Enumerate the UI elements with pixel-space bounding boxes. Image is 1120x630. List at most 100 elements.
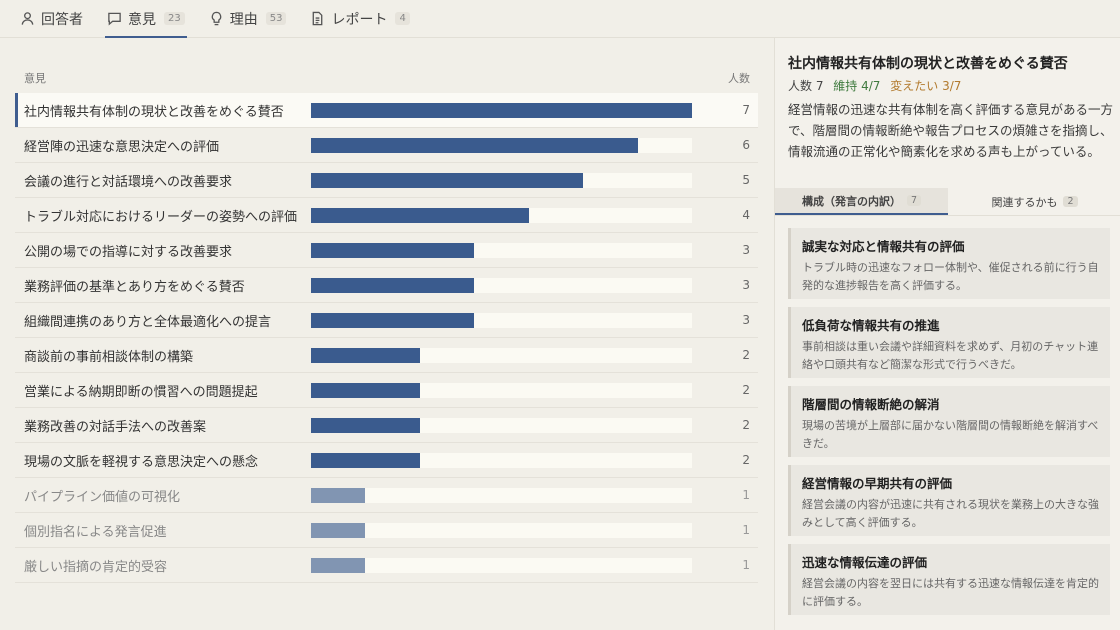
tab-reports[interactable]: レポート 4 <box>308 0 411 37</box>
opinion-label: 公開の場での指導に対する改善要求 <box>24 244 233 260</box>
statement-body: 経営会議の内容が迅速に共有される現状を業務上の大きな強みとして高く評価する。 <box>802 498 1099 529</box>
opinion-rows: 社内情報共有体制の現状と改善をめぐる賛否 7 経営陣の迅速な意思決定への評価 6 会議の… <box>15 93 758 583</box>
tab-reasons[interactable]: 理由 53 <box>207 0 289 37</box>
opinion-row[interactable]: 厳しい指摘の肯定的受容 1 <box>15 548 758 583</box>
tab-count-badge: 53 <box>265 12 287 25</box>
tab-count-badge: 4 <box>395 12 410 25</box>
opinion-row[interactable]: 営業による納期即断の慣習への問題提起 2 <box>15 373 758 408</box>
opinion-label: 業務評価の基準とあり方をめぐる賛否 <box>24 279 245 295</box>
tab-label: 理由 <box>229 11 258 28</box>
document-icon <box>313 11 323 26</box>
count-bar <box>311 452 420 468</box>
opinion-row[interactable]: 業務改善の対話手法への改善案 2 <box>15 408 758 443</box>
opinion-row[interactable]: 現場の文脈を軽視する意思決定への懸念 2 <box>15 443 758 478</box>
opinion-label: 業務改善の対話手法への改善案 <box>24 419 207 435</box>
opinion-count: 5 <box>742 173 750 187</box>
sub-tab-count: 7 <box>906 195 922 206</box>
opinion-label: 厳しい指摘の肯定的受容 <box>24 559 168 575</box>
detail-sub-tabs: 構成（発言の内訳） 7 関連するかも 2 <box>775 188 1120 216</box>
count-bar <box>311 102 692 118</box>
count-bar-track <box>311 487 692 503</box>
opinion-row[interactable]: パイプライン価値の可視化 1 <box>15 478 758 513</box>
statement-title: 低負荷な情報共有の推進 <box>802 318 940 333</box>
opinion-count: 1 <box>742 523 750 537</box>
count-bar <box>311 207 529 223</box>
sub-tab-count: 2 <box>1063 196 1078 207</box>
opinion-row[interactable]: 社内情報共有体制の現状と改善をめぐる賛否 7 <box>15 93 758 128</box>
count-bar-track <box>311 417 692 433</box>
top-tab-bar: 回答者 意見 23 理由 53 レポート 4 <box>0 0 1120 38</box>
stat-change: 変えたい 3/7 <box>890 79 962 93</box>
opinion-count: 2 <box>742 418 750 432</box>
tab-count-badge: 23 <box>164 12 185 25</box>
count-bar <box>311 382 420 398</box>
count-bar-track <box>311 452 692 468</box>
statement-title: 経営情報の早期共有の評価 <box>802 476 953 491</box>
tab-label: レポート <box>331 11 388 28</box>
count-bar-track <box>311 382 692 398</box>
statement-body: 経営会議の内容を翌日には共有する迅速な情報伝達を肯定的に評価する。 <box>802 577 1099 608</box>
opinion-row[interactable]: 経営陣の迅速な意思決定への評価 6 <box>15 128 758 163</box>
tab-composition[interactable]: 構成（発言の内訳） 7 <box>775 188 948 215</box>
opinion-count: 1 <box>742 488 750 502</box>
opinion-label: パイプライン価値の可視化 <box>24 489 181 505</box>
opinion-count: 2 <box>742 453 750 467</box>
opinion-count: 2 <box>742 383 750 397</box>
opinion-label: 個別指名による発言促進 <box>24 524 167 540</box>
column-header-count: 人数 <box>728 72 750 85</box>
opinion-row[interactable]: 業務評価の基準とあり方をめぐる賛否 3 <box>15 268 758 303</box>
statement-body: 現場の苦境が上層部に届かない階層間の情報断絶を解消すべきだ。 <box>802 419 1099 450</box>
tab-opinions[interactable]: 意見 23 <box>105 0 187 38</box>
opinion-row[interactable]: 個別指名による発言促進 1 <box>15 513 758 548</box>
detail-title: 社内情報共有体制の現状と改善をめぐる賛否 <box>788 56 1068 72</box>
statement-title: 迅速な情報伝達の評価 <box>802 555 928 570</box>
opinion-count: 1 <box>742 558 750 572</box>
statement-title: 階層間の情報断絶の解消 <box>802 397 940 412</box>
count-bar-track <box>311 172 692 188</box>
count-bar-track <box>311 242 692 258</box>
count-bar <box>311 417 420 433</box>
opinion-row[interactable]: 商談前の事前相談体制の構築 2 <box>15 338 758 373</box>
count-bar <box>311 557 366 573</box>
statement-card[interactable]: 誠実な対応と情報共有の評価 トラブル時の迅速なフォロー体制や、催促される前に行う自… <box>788 228 1110 299</box>
opinion-label: 会議の進行と対話環境への改善要求 <box>24 174 233 190</box>
stat-total: 人数 7 <box>788 79 824 93</box>
opinion-count: 7 <box>742 103 750 117</box>
detail-summary: 経営情報の迅速な共有体制を高く評価する意見がある一方で、階層間の情報断絶や報告プ… <box>788 102 1114 159</box>
statement-card[interactable]: 階層間の情報断絶の解消現場の苦境が上層部に届かない階層間の情報断絶を解消すべきだ… <box>788 386 1110 457</box>
opinion-row[interactable]: 組織間連携のあり方と全体最適化への提言 3 <box>15 303 758 338</box>
opinion-row[interactable]: トラブル対応におけるリーダーの姿勢への評価 4 <box>15 198 758 233</box>
opinion-label: 社内情報共有体制の現状と改善をめぐる賛否 <box>24 104 284 120</box>
statement-card[interactable]: 低負荷な情報共有の推進事前相談は重い会議や詳細資料を求めず、月初のチャット連絡や… <box>788 307 1110 378</box>
list-header: 意見 人数 <box>24 70 750 86</box>
opinion-row[interactable]: 公開の場での指導に対する改善要求 3 <box>15 233 758 268</box>
count-bar-track <box>311 312 692 328</box>
count-bar <box>311 312 475 328</box>
lightbulb-icon <box>211 11 222 26</box>
tab-related[interactable]: 関連するかも 2 <box>948 188 1120 215</box>
count-bar <box>311 242 475 258</box>
count-bar-track <box>311 347 692 363</box>
opinion-label: 商談前の事前相談体制の構築 <box>24 349 194 365</box>
statement-body: 事前相談は重い会議や詳細資料を求めず、月初のチャット連絡や口頭共有など簡潔な形式… <box>802 340 1099 371</box>
opinion-label: トラブル対応におけるリーダーの姿勢への評価 <box>24 209 298 225</box>
count-bar-track <box>311 522 692 538</box>
opinion-label: 現場の文脈を軽視する意思決定への懸念 <box>24 454 259 470</box>
opinion-count: 3 <box>742 278 750 292</box>
person-icon <box>21 12 34 25</box>
statement-body: トラブル時の迅速なフォロー体制や、催促される前に行う自発的な進捗報告を高く評価す… <box>802 261 1099 292</box>
tab-label: 意見 <box>128 11 156 28</box>
statement-card[interactable]: 迅速な情報伝達の評価経営会議の内容を翌日には共有する迅速な情報伝達を肯定的に評価… <box>788 544 1110 615</box>
opinion-label: 組織間連携のあり方と全体最適化への提言 <box>24 314 272 330</box>
detail-stats: 人数 7 維持 4/7 変えたい 3/7 <box>788 77 967 94</box>
stat-keep: 維持 4/7 <box>833 79 881 93</box>
statement-card[interactable]: 経営情報の早期共有の評価経営会議の内容が迅速に共有される現状を業務上の大きな強み… <box>788 465 1110 536</box>
opinion-label: 経営陣の迅速な意思決定への評価 <box>24 139 220 155</box>
count-bar <box>311 347 420 363</box>
opinion-row[interactable]: 会議の進行と対話環境への改善要求 5 <box>15 163 758 198</box>
tab-label: 回答者 <box>41 11 83 28</box>
count-bar-track <box>311 557 692 573</box>
statement-cards: 誠実な対応と情報共有の評価 トラブル時の迅速なフォロー体制や、催促される前に行う自… <box>788 228 1110 623</box>
tab-respondents[interactable]: 回答者 <box>18 0 85 37</box>
sub-tab-label: 構成（発言の内訳） <box>801 194 901 208</box>
